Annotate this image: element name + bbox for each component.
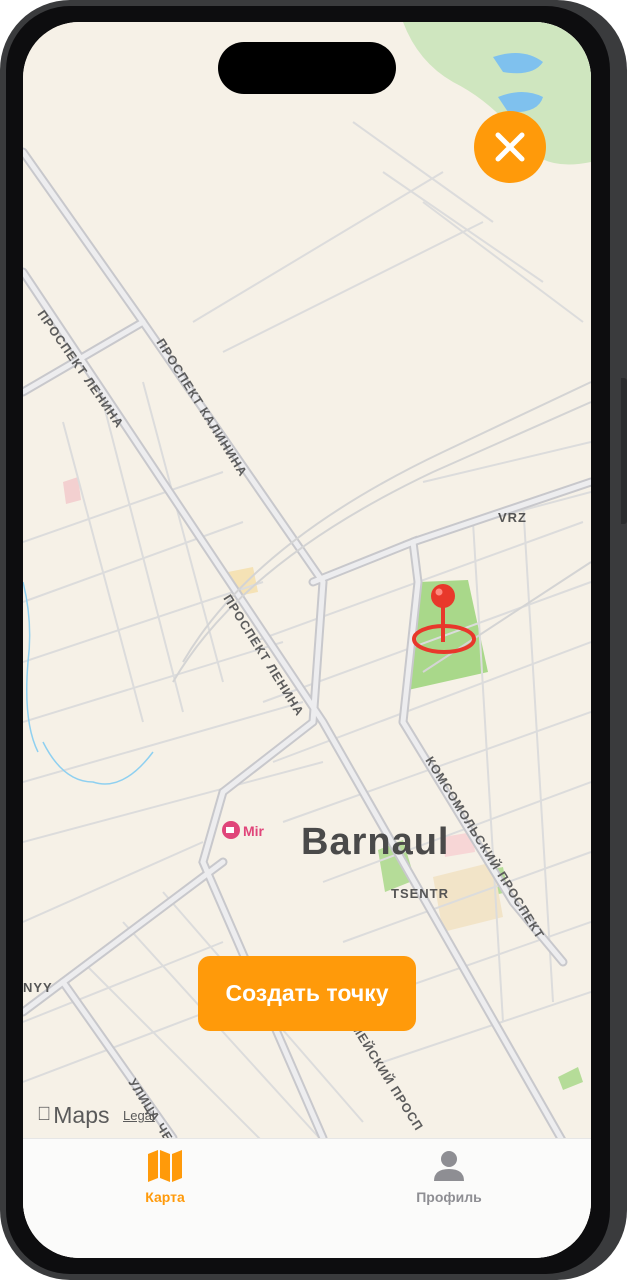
apple-icon:  [37,1104,51,1126]
close-icon [495,132,525,162]
map-icon [148,1150,182,1182]
tab-profile[interactable]: Профиль [389,1149,509,1205]
side-button [621,378,627,524]
maps-attribution[interactable]:  Maps [37,1100,110,1130]
tab-map[interactable]: Карта [105,1149,225,1205]
legal-link[interactable]: Legal [123,1108,155,1123]
district-label: TSENTR [391,886,449,901]
poi-label: Mir [243,823,265,839]
dynamic-island [218,42,396,94]
create-point-button[interactable]: Создать точку [198,956,416,1031]
area-label-nyy: NYY [23,980,53,995]
close-button[interactable] [474,111,546,183]
camera-glyph [226,827,234,833]
cinema-poi[interactable]: Mir [222,821,265,839]
screen: ПРОСПЕКТ ЛЕНИНА ПРОСПЕКТ КАЛИНИНА ПРОСПЕ… [23,22,591,1258]
maps-brand-label: Maps [39,1101,109,1128]
map-view[interactable]: ПРОСПЕКТ ЛЕНИНА ПРОСПЕКТ КАЛИНИНА ПРОСПЕ… [23,22,591,1258]
person-icon [434,1151,464,1181]
phone-frame: ПРОСПЕКТ ЛЕНИНА ПРОСПЕКТ КАЛИНИНА ПРОСПЕ… [0,0,627,1280]
area-label-vrz: VRZ [498,510,527,525]
tab-profile-label: Профиль [416,1189,482,1205]
tab-map-label: Карта [145,1189,185,1205]
tab-bar: Карта Профиль [23,1138,591,1258]
city-label: Barnaul [301,821,449,863]
